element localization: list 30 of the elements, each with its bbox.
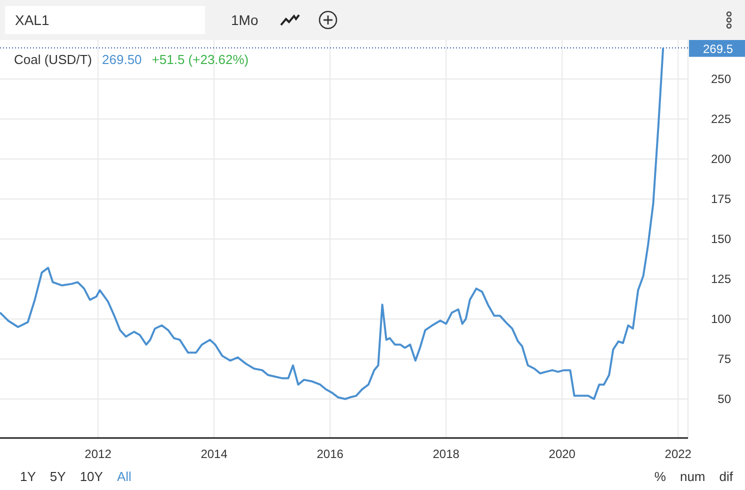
series-name: Coal (USD/T) [14, 52, 92, 67]
x-axis-label: 2012 [84, 447, 112, 461]
range-button[interactable]: 1Y [20, 468, 36, 484]
interval-button[interactable]: 1Mo [227, 8, 262, 32]
scale-mode-button[interactable]: dif [719, 468, 733, 484]
y-axis-label: 150 [710, 232, 731, 246]
range-button[interactable]: 10Y [80, 468, 103, 484]
y-axis-label: 250 [710, 72, 731, 86]
price-badge: 269.5 [689, 40, 745, 57]
series-change: +51.5 (+23.62%) [152, 52, 249, 67]
x-axis-label: 2014 [200, 447, 228, 461]
line-chart-icon[interactable] [280, 14, 300, 26]
symbol-field[interactable]: XAL1 [5, 6, 205, 34]
y-axis-label: 175 [710, 192, 731, 206]
y-axis-label: 75 [718, 352, 731, 366]
y-axis-label: 100 [710, 312, 731, 326]
range-button[interactable]: 5Y [50, 468, 66, 484]
x-axis-label: 2018 [432, 447, 460, 461]
scale-mode-button[interactable]: num [680, 468, 706, 484]
y-axis-label: 50 [718, 392, 731, 406]
x-axis-label: 2016 [316, 447, 344, 461]
series-price: 269.50 [102, 52, 142, 67]
scale-mode-button[interactable]: % [654, 468, 666, 484]
more-menu-icon[interactable] [726, 11, 732, 29]
add-icon[interactable] [318, 10, 338, 30]
x-axis-label: 2022 [664, 447, 692, 461]
y-axis-label: 125 [710, 272, 731, 286]
y-axis-label: 225 [710, 112, 731, 126]
y-axis-label: 200 [710, 152, 731, 166]
x-axis-label: 2020 [548, 447, 576, 461]
